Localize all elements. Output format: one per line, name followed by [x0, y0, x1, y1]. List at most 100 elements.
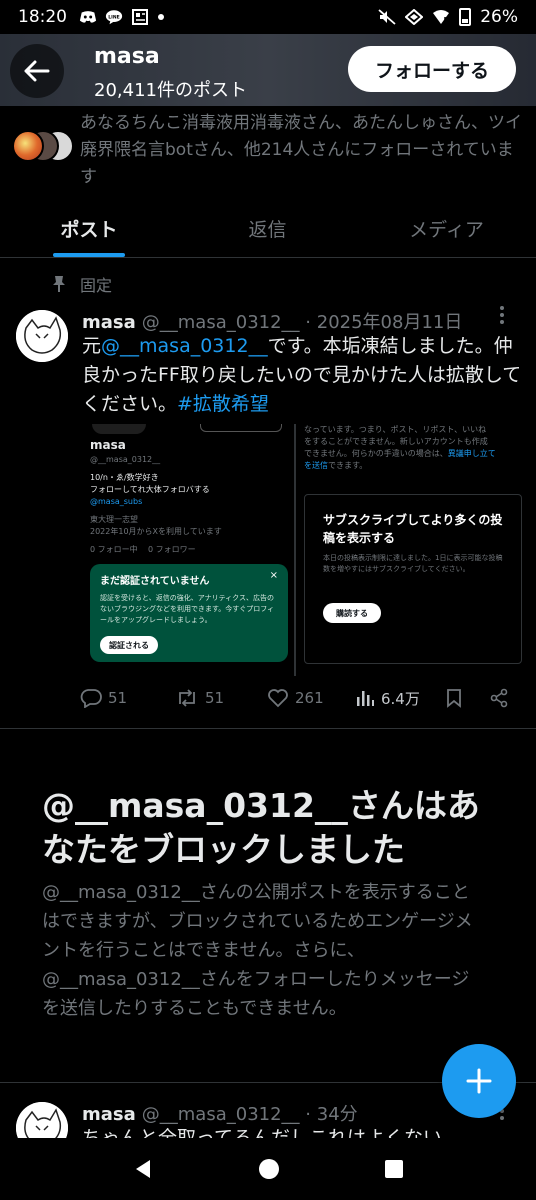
media-joined: 2022年10月からXを利用しています — [90, 527, 222, 536]
battery-icon — [459, 8, 472, 26]
line-icon: LINE — [105, 10, 123, 25]
avatar[interactable] — [16, 310, 68, 362]
profile-header: masa 20,411件のポスト フォローする — [0, 34, 536, 106]
tab-posts[interactable]: ポスト — [0, 200, 178, 257]
verify-card: まだ認証されていません × 認証を受けると、返信の強化、アナリティクス、広告のな… — [90, 564, 288, 662]
blocked-description: @__masa_0312__さんの公開ポストを表示することはできますが、ブロック… — [42, 882, 473, 1019]
system-nav-bar — [0, 1138, 536, 1200]
media-bio-line2: フォローしてれ大体フォロバする — [90, 485, 210, 494]
tweet-text: 元@__masa_0312__です。本垢凍結しました。仲良かったFF取り戻したい… — [82, 332, 522, 419]
follower-avatar — [12, 130, 44, 162]
media-profile-name: masa — [90, 438, 126, 452]
share-icon — [490, 688, 508, 708]
like-count: 261 — [295, 689, 324, 707]
tweet-media-image[interactable]: masa @__masa_0312__ 10/n・ゑ/数学好き フォローしてれ大… — [82, 424, 522, 676]
pinned-indicator: 固定 — [52, 272, 112, 296]
home-circle-icon[interactable] — [257, 1157, 281, 1181]
status-bar: 18:20 LINE 26% — [0, 0, 536, 34]
verify-title: まだ認証されていません — [100, 576, 210, 587]
send-link: を送信 — [304, 461, 328, 470]
appeal-link: 異議申し立て — [447, 449, 496, 458]
tweet-author-name[interactable]: masa — [82, 312, 136, 333]
tweet-time[interactable]: 34分 — [317, 1104, 358, 1125]
subscribe-button: 購読する — [323, 603, 381, 623]
edit-button-fragment — [200, 424, 282, 432]
profile-name: masa — [94, 44, 160, 69]
media-followers: 0 フォロワー — [148, 545, 196, 554]
tweet-author-handle[interactable]: @__masa_0312__ — [142, 312, 300, 333]
follower-avatars — [12, 130, 76, 164]
repost-button[interactable]: 51 — [175, 688, 267, 708]
separator-dot: · — [305, 312, 312, 333]
hashtag-link[interactable]: #拡散希望 — [177, 393, 269, 415]
verify-description: 認証を受けると、返信の強化、アナリティクス、広告のないブラウジングなどを利用でき… — [100, 594, 275, 624]
view-count: 6.4万 — [381, 689, 420, 708]
suspension-line4: できます。 — [328, 461, 368, 470]
divider — [0, 728, 536, 729]
media-bio-line1: 10/n・ゑ/数学好き — [90, 473, 159, 482]
tweet-author-handle[interactable]: @__masa_0312__ — [142, 1104, 300, 1125]
profile-avatar-fragment — [92, 424, 146, 434]
reply-icon — [80, 689, 102, 708]
repost-count: 51 — [205, 689, 225, 707]
views-icon — [357, 691, 374, 706]
heart-icon — [268, 689, 288, 708]
reply-count: 51 — [108, 689, 128, 707]
subscribe-title: サブスクライブしてより多くの投稿を表示する — [323, 513, 503, 545]
share-button[interactable] — [489, 688, 509, 708]
separator-dot: · — [305, 1104, 312, 1125]
suspension-line3: できません。何らかの手違いの場合は、 — [304, 449, 448, 458]
more-options-button[interactable] — [498, 304, 506, 331]
plus-icon — [466, 1068, 492, 1094]
followed-by-text: あなるちんこ消毒液用消毒液さん、あたんしゅさん、ツイ廃界隈名言botさん、他21… — [80, 113, 522, 187]
compose-button[interactable] — [442, 1044, 516, 1118]
tweet-author-name[interactable]: masa — [82, 1104, 136, 1125]
signal-icon — [405, 9, 424, 25]
media-following: 0 フォロー中 — [90, 545, 138, 554]
subscribe-description: 本日の投稿表示制限に達しました。1日に表示可能な投稿数を増やすにはサブスクライブ… — [323, 554, 503, 573]
mention-link[interactable]: @__masa_0312__ — [101, 335, 268, 357]
pin-icon — [53, 276, 65, 292]
repost-icon — [179, 689, 195, 707]
profile-tabs: ポスト 返信 メディア — [0, 200, 536, 258]
suspension-line1: なっています。つまり、ポスト、リポスト、いいね — [304, 425, 487, 434]
followers-you-know[interactable]: あなるちんこ消毒液用消毒液さん、あたんしゅさん、ツイ廃界隈名言botさん、他21… — [0, 108, 536, 188]
tweet-header: masa @__masa_0312__ · 2025年08月11日 — [82, 308, 462, 334]
like-button[interactable]: 261 — [267, 688, 355, 708]
dot-icon — [158, 14, 164, 20]
discord-icon — [79, 11, 97, 23]
mute-icon — [378, 9, 396, 25]
tweet-actions: 51 51 261 6.4万 — [80, 684, 520, 712]
wifi-icon — [433, 10, 450, 24]
recents-square-icon[interactable] — [383, 1158, 405, 1180]
media-divider — [294, 424, 296, 676]
news-icon — [132, 9, 148, 25]
close-icon: × — [269, 570, 278, 581]
back-triangle-icon[interactable] — [131, 1157, 155, 1181]
battery-level: 26% — [480, 7, 518, 27]
subscribe-card: サブスクライブしてより多くの投稿を表示する 本日の投稿表示制限に達しました。1日… — [304, 494, 522, 664]
views-button[interactable]: 6.4万 — [355, 688, 445, 709]
status-time: 18:20 — [18, 7, 67, 27]
bookmark-button[interactable] — [445, 688, 489, 708]
tweet-date[interactable]: 2025年08月11日 — [317, 312, 463, 333]
follow-button[interactable]: フォローする — [348, 46, 516, 92]
post-count: 20,411件のポスト — [94, 80, 247, 101]
avatar-drawing-icon — [16, 310, 68, 362]
tweet-text-prefix: 元 — [82, 335, 102, 357]
arrow-left-icon — [24, 60, 50, 82]
tab-media[interactable]: メディア — [357, 200, 536, 257]
pinned-label: 固定 — [80, 276, 113, 295]
tweet-header: masa @__masa_0312__ · 34分 — [82, 1100, 358, 1126]
svg-text:LINE: LINE — [108, 14, 119, 20]
back-button[interactable] — [10, 44, 64, 98]
reply-button[interactable]: 51 — [80, 688, 175, 708]
media-profile-handle: @__masa_0312__ — [90, 455, 161, 464]
media-bio-link: @masa_subs — [90, 497, 143, 506]
blocked-title: @__masa_0312__さんはあなたをブロックしました — [42, 786, 480, 869]
media-location: 東大理一志望 — [90, 515, 138, 524]
tab-replies[interactable]: 返信 — [178, 200, 357, 257]
media-left-panel: masa @__masa_0312__ 10/n・ゑ/数学好き フォローしてれ大… — [82, 424, 294, 676]
suspension-notice: なっています。つまり、ポスト、リポスト、いいね をすることができません。新しいア… — [304, 424, 508, 472]
bookmark-icon — [447, 689, 461, 708]
